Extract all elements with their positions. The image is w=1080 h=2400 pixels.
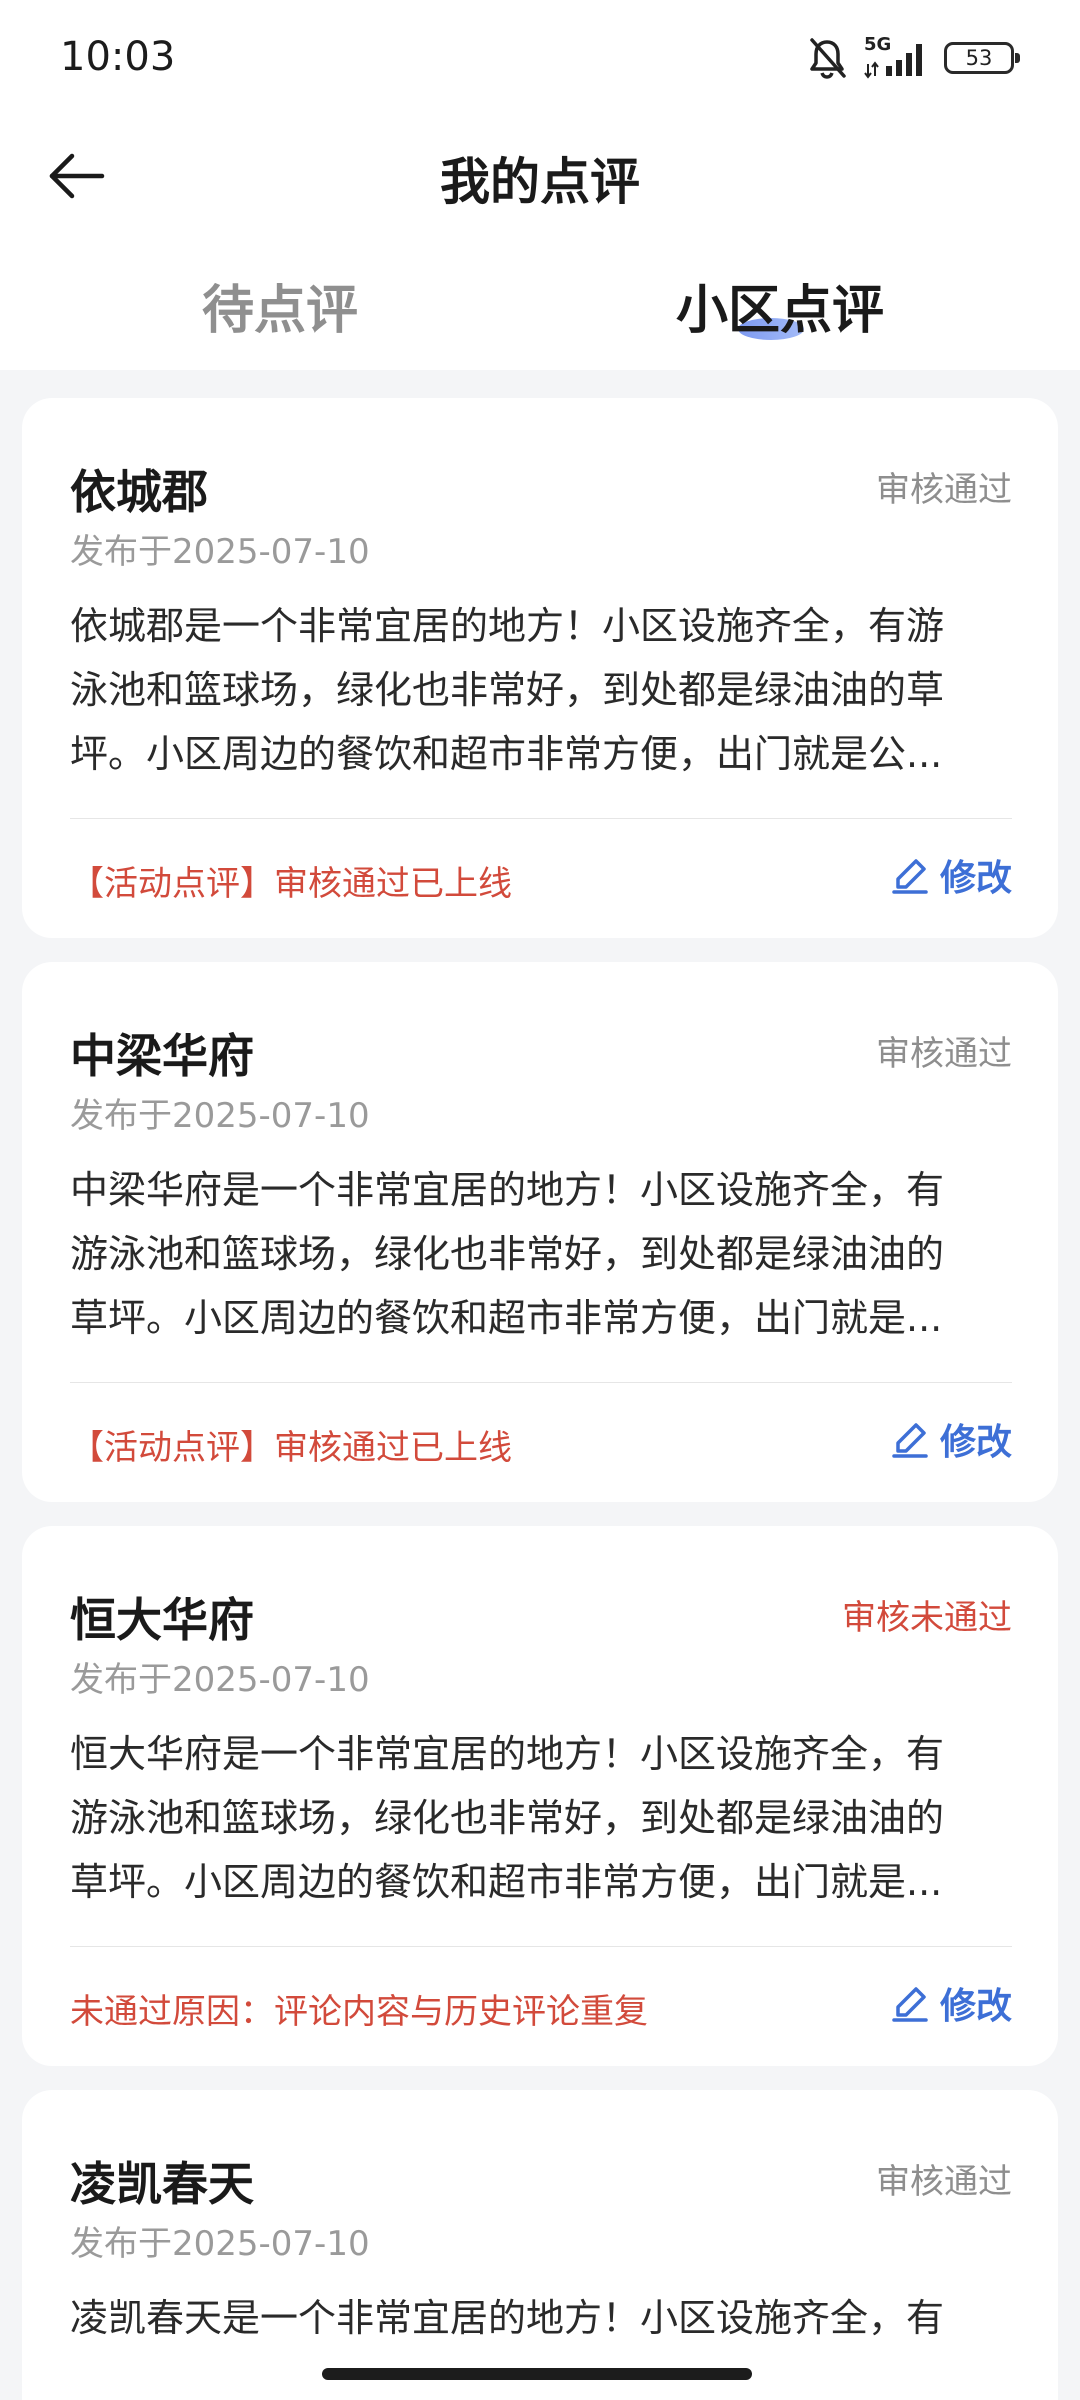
review-card[interactable]: 中梁华府 审核通过 发布于2025-07-10 中梁华府是一个非常宜居的地方！小…: [22, 962, 1058, 1502]
review-content: 恒大华府是一个非常宜居的地方！小区设施齐全，有 游泳池和篮球场，绿化也非常好，到…: [70, 1732, 945, 1904]
review-note: 【活动点评】审核通过已上线: [70, 1428, 512, 1468]
community-name: 中梁华府: [70, 1029, 254, 1083]
bell-off-icon: [810, 38, 846, 79]
signal-icon: 5G: [864, 34, 928, 80]
review-content: 凌凯春天是一个非常宜居的地方！小区设施齐全，有: [70, 2296, 945, 2340]
review-content: 中梁华府是一个非常宜居的地方！小区设施齐全，有 游泳池和篮球场，绿化也非常好，到…: [70, 1168, 945, 1340]
rejection-reason: 未通过原因：评论内容与历史评论重复: [70, 1992, 648, 2032]
review-card[interactable]: 恒大华府 审核未通过 发布于2025-07-10 恒大华府是一个非常宜居的地方！…: [22, 1526, 1058, 2066]
review-status: 审核通过: [876, 470, 1012, 510]
review-status: 审核通过: [876, 2162, 1012, 2202]
page-title: 我的点评: [440, 153, 640, 211]
battery-level: 53: [965, 45, 993, 70]
publish-date: 发布于2025-07-10: [70, 532, 370, 572]
edit-button[interactable]: 修改: [890, 1978, 1012, 2028]
tab-bar: 待点评 小区点评: [0, 250, 1080, 360]
home-indicator[interactable]: [322, 2368, 752, 2380]
header: 我的点评: [0, 120, 1080, 230]
edit-label: 修改: [939, 1422, 1012, 1463]
status-icons: 5G 53: [806, 34, 1020, 80]
review-card[interactable]: 依城郡 审核通过 发布于2025-07-10 依城郡是一个非常宜居的地方！小区设…: [22, 398, 1058, 938]
review-status: 审核未通过: [842, 1598, 1012, 1638]
divider: [70, 1946, 1012, 1947]
status-time: 10:03: [60, 34, 176, 80]
tab-community-reviews[interactable]: 小区点评: [500, 268, 1060, 343]
divider: [70, 1382, 1012, 1383]
status-bar: 10:03 5G 53: [0, 0, 1080, 120]
tab-pending-review[interactable]: 待点评: [0, 268, 560, 343]
pencil-icon: [892, 1423, 928, 1458]
review-card[interactable]: 凌凯春天 审核通过 发布于2025-07-10 凌凯春天是一个非常宜居的地方！小…: [22, 2090, 1058, 2400]
publish-date: 发布于2025-07-10: [70, 2224, 370, 2264]
pencil-icon: [892, 859, 928, 894]
publish-date: 发布于2025-07-10: [70, 1096, 370, 1136]
edit-button[interactable]: 修改: [890, 1414, 1012, 1464]
battery-icon: 53: [944, 42, 1020, 74]
edit-label: 修改: [939, 858, 1012, 899]
pencil-icon: [892, 1987, 928, 2022]
community-name: 恒大华府: [70, 1593, 254, 1647]
community-name: 凌凯春天: [70, 2157, 254, 2211]
review-content: 依城郡是一个非常宜居的地方！小区设施齐全，有游 泳池和篮球场，绿化也非常好，到处…: [70, 604, 945, 776]
divider: [70, 818, 1012, 819]
publish-date: 发布于2025-07-10: [70, 1660, 370, 1700]
review-status: 审核通过: [876, 1034, 1012, 1074]
community-name: 依城郡: [70, 465, 208, 519]
edit-button[interactable]: 修改: [890, 850, 1012, 900]
review-note: 【活动点评】审核通过已上线: [70, 864, 512, 904]
edit-label: 修改: [939, 1986, 1012, 2027]
